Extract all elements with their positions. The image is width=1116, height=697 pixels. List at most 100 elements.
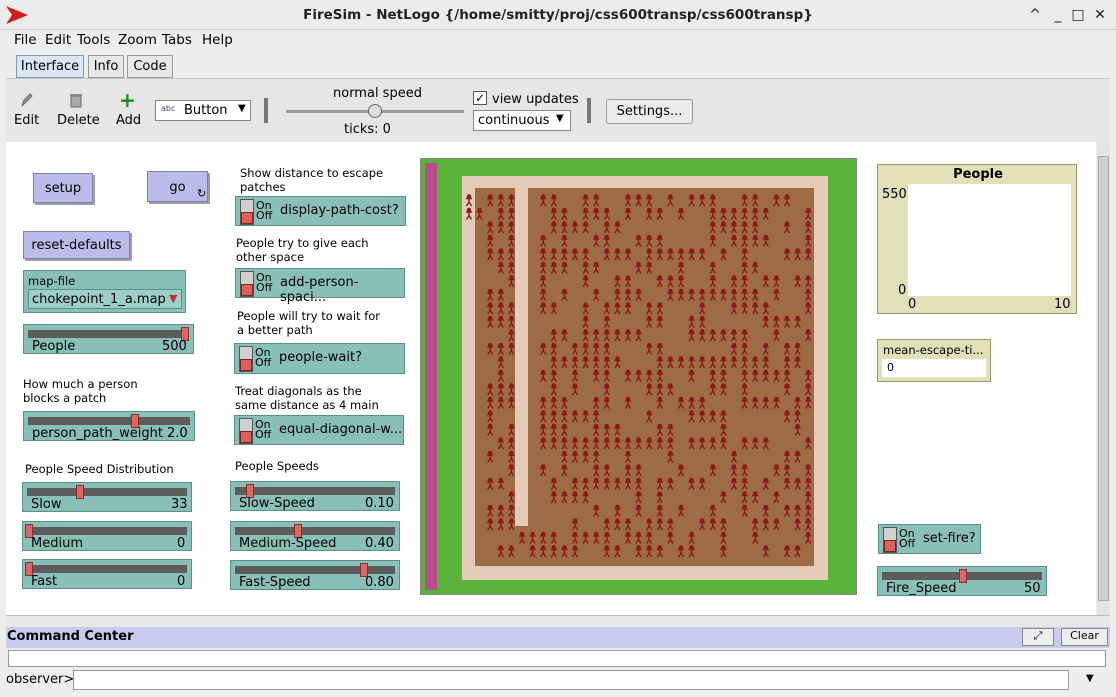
maximize-button[interactable]: □ — [1069, 6, 1087, 24]
observer-prompt[interactable]: observer> — [6, 672, 74, 687]
plot-area — [908, 184, 1071, 296]
slow-speed-slider[interactable]: Slow-Speed 0.10 — [230, 481, 400, 511]
mean-escape-time-monitor: mean-escape-ti... 0 — [877, 339, 991, 382]
minimize-button[interactable]: _ — [1049, 6, 1067, 24]
window-title: FireSim - NetLogo {/home/smitty/proj/css… — [303, 7, 813, 23]
slider-value: 0.40 — [365, 536, 394, 551]
switch-track[interactable] — [883, 527, 897, 553]
button-widget-icon: abc — [161, 104, 176, 113]
person-path-weight-slider[interactable]: person_path_weight 2.0 — [23, 411, 195, 441]
menu-edit[interactable]: Edit — [45, 32, 71, 48]
command-center-header: Command Center ⤢ Clear — [6, 627, 1110, 648]
map-file-label: map-file — [28, 274, 76, 288]
chevron-down-icon: ▼ — [169, 292, 178, 305]
switch-knob — [240, 359, 252, 371]
medium-speed-slider[interactable]: Medium-Speed 0.40 — [230, 521, 400, 551]
menu-tabs[interactable]: Tabs — [162, 32, 192, 48]
ticks-counter: ticks: 0 — [344, 122, 391, 137]
slider-label: Fire_Speed — [886, 581, 957, 596]
scrollbar-thumb[interactable] — [1098, 156, 1109, 601]
plot-ymin: 0 — [898, 283, 907, 298]
add-button[interactable]: Add — [116, 113, 141, 128]
fast-slider[interactable]: Fast 0 — [22, 559, 192, 589]
switch-knob — [884, 540, 896, 552]
reset-defaults-button[interactable]: reset-defaults — [23, 231, 130, 259]
switch-track[interactable] — [239, 346, 253, 372]
map-file-select[interactable]: chokepoint_1_a.map ▼ — [28, 289, 182, 309]
slider-track — [27, 565, 187, 573]
off-label: Off — [255, 428, 272, 441]
medium-slider[interactable]: Medium 0 — [22, 521, 192, 551]
slider-knob[interactable] — [76, 485, 84, 499]
switch-knob — [240, 431, 252, 443]
people-plot: People 550 0 0 10 — [877, 164, 1077, 314]
widget-type-select[interactable]: abc Button ▼ — [155, 100, 251, 121]
delete-button[interactable]: Delete — [57, 113, 100, 128]
menu-zoom[interactable]: Zoom — [118, 32, 157, 48]
equal-diagonal-switch[interactable]: On Off equal-diagonal-w... — [234, 415, 404, 445]
slider-track — [235, 487, 395, 495]
people-slider[interactable]: People 500 — [23, 324, 194, 354]
on-off-label: On Off — [899, 528, 916, 550]
set-fire-switch[interactable]: On Off set-fire? — [878, 524, 981, 554]
switch-label: add-person-spaci... — [280, 275, 359, 305]
clear-button[interactable]: Clear — [1061, 628, 1108, 646]
view-updates-label: view updates — [492, 92, 579, 107]
menu-help[interactable]: Help — [202, 32, 233, 48]
note-diagonal: Treat diagonals as the same distance as … — [235, 384, 379, 412]
vertical-scrollbar[interactable] — [1097, 142, 1110, 615]
pencil-icon — [21, 93, 33, 107]
expand-icon[interactable]: ⤢ — [1022, 628, 1054, 646]
switch-track[interactable] — [240, 199, 254, 225]
slider-value: 0.80 — [365, 575, 394, 590]
speed-slider-knob[interactable] — [368, 104, 382, 118]
fast-speed-slider[interactable]: Fast-Speed 0.80 — [230, 560, 400, 590]
settings-button[interactable]: Settings... — [606, 99, 693, 124]
go-button[interactable]: go ↻ — [147, 171, 208, 202]
fire-speed-slider[interactable]: Fire_Speed 50 — [877, 566, 1047, 596]
on-off-label: On Off — [255, 347, 272, 369]
off-label: Off — [899, 537, 916, 550]
menu-file[interactable]: File — [14, 32, 37, 48]
splitter[interactable] — [6, 615, 1110, 627]
forever-icon: ↻ — [197, 187, 207, 200]
slider-label: Fast-Speed — [239, 575, 311, 590]
shade-button[interactable]: ^ — [1026, 6, 1044, 24]
slow-slider[interactable]: Slow 33 — [22, 482, 192, 512]
view-updates-checkbox[interactable]: ✓ — [473, 91, 487, 105]
slider-knob[interactable] — [959, 569, 967, 583]
switch-track[interactable] — [239, 418, 253, 444]
chevron-down-icon[interactable]: ▼ — [1086, 673, 1094, 684]
slider-label: Slow-Speed — [239, 496, 315, 511]
setup-button[interactable]: setup — [33, 173, 93, 203]
update-mode-select[interactable]: continuous ▼ — [473, 110, 571, 131]
command-output — [8, 650, 1106, 667]
tab-interface[interactable]: Interface — [16, 55, 84, 78]
on-off-label: On Off — [255, 419, 272, 441]
tab-code[interactable]: Code — [127, 55, 173, 78]
go-label: go — [169, 180, 186, 195]
title-bar: FireSim - NetLogo {/home/smitty/proj/css… — [0, 0, 1116, 30]
switch-label: people-wait? — [279, 350, 362, 365]
tab-info[interactable]: Info — [88, 55, 124, 78]
map-file-chooser[interactable]: map-file chokepoint_1_a.map ▼ — [23, 270, 186, 313]
slider-value: 0 — [177, 536, 186, 551]
command-input[interactable] — [73, 670, 1069, 690]
close-button[interactable]: ✕ — [1091, 6, 1109, 24]
world-view[interactable] — [420, 158, 857, 595]
add-person-spacing-switch[interactable]: On Off add-person-spaci... — [235, 268, 405, 305]
slider-value: 500 — [162, 339, 187, 354]
switch-track[interactable] — [240, 271, 254, 297]
display-path-cost-switch[interactable]: On Off display-path-cost? — [235, 196, 406, 226]
trash-icon — [70, 94, 82, 108]
world-inner-wall — [515, 176, 528, 526]
world-canvas[interactable] — [421, 159, 856, 594]
slider-track — [28, 417, 190, 425]
switch-label: equal-diagonal-w... — [279, 422, 403, 437]
edit-button[interactable]: Edit — [14, 113, 39, 128]
slider-value: 0 — [177, 574, 186, 589]
menu-tools[interactable]: Tools — [77, 32, 110, 48]
off-label: Off — [255, 356, 272, 369]
off-label: Off — [256, 209, 273, 222]
people-wait-switch[interactable]: On Off people-wait? — [234, 343, 405, 374]
